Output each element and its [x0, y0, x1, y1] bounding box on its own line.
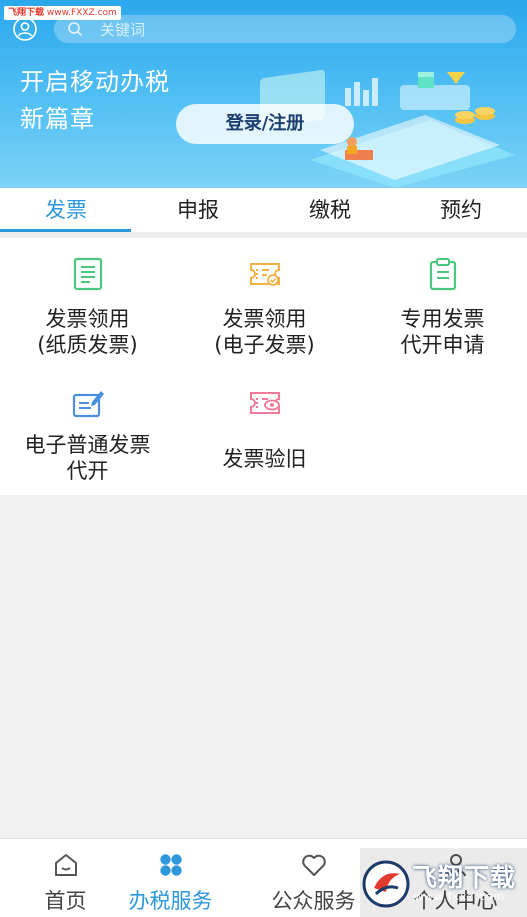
search-input[interactable]: 关键词 [54, 15, 516, 43]
login-register-button[interactable]: 登录/注册 [176, 104, 354, 144]
watermark-badge-brand: 飞翔下载 [412, 863, 517, 892]
edit-invoice-icon [72, 391, 104, 418]
service-label-line1: 发票领用 [222, 307, 307, 331]
service-label-line2: (电子发票) [214, 333, 315, 357]
service-electronic-invoice[interactable]: 发票领用 (电子发票) [177, 256, 352, 358]
invoice-check-icon [249, 392, 280, 414]
tab-declaration[interactable]: 申报 [132, 188, 264, 232]
service-e-general-invoice[interactable]: 电子普通发票 代开 [0, 386, 175, 484]
service-label-line1: 发票验旧 [222, 447, 307, 471]
document-icon [73, 257, 102, 291]
service-special-invoice-request[interactable]: 专用发票 代开申请 [355, 256, 527, 358]
slogan-line-1: 开启移动办税 [20, 68, 170, 96]
watermark-badge-url: www.fxxz.com [414, 890, 506, 903]
nav-tax-services-label: 办税服务 [128, 889, 213, 913]
service-label-line1: 发票领用 [45, 307, 130, 331]
service-label-line2: 代开 [66, 459, 109, 483]
e-invoice-icon [249, 263, 280, 286]
user-icon[interactable] [13, 17, 37, 41]
slogan-line-2: 新篇章 [20, 105, 95, 133]
search-placeholder: 关键词 [100, 21, 146, 39]
service-invoice-verification[interactable]: 发票验旧 [177, 386, 352, 472]
home-icon [54, 854, 77, 876]
nav-tax-services[interactable]: 办税服务 [105, 839, 236, 917]
category-tabs: 发票 申报 缴税 预约 [0, 188, 527, 234]
tab-invoice[interactable]: 发票 [0, 188, 132, 232]
tab-tax-payment[interactable]: 缴税 [264, 188, 396, 232]
service-paper-invoice[interactable]: 发票领用 (纸质发票) [0, 256, 175, 358]
header-banner: 飞翔下载 www.FXXZ.com 关键词 开启移动办税 新篇章 登录/注册 [0, 0, 527, 188]
service-grid: 发票领用 (纸质发票) 发票领用 (电子发票) 专用发票 代开申请 电子普通发票… [0, 238, 527, 495]
service-label-line2: 代开申请 [400, 333, 485, 357]
search-icon [68, 22, 83, 37]
service-label-line2: (纸质发票) [37, 333, 138, 357]
heart-icon [301, 854, 326, 876]
tab-appointment[interactable]: 预约 [395, 188, 527, 232]
grid-icon [159, 854, 182, 876]
clipboard-icon [429, 258, 456, 291]
service-label-line1: 电子普通发票 [24, 433, 151, 457]
service-label-line1: 专用发票 [400, 307, 485, 331]
